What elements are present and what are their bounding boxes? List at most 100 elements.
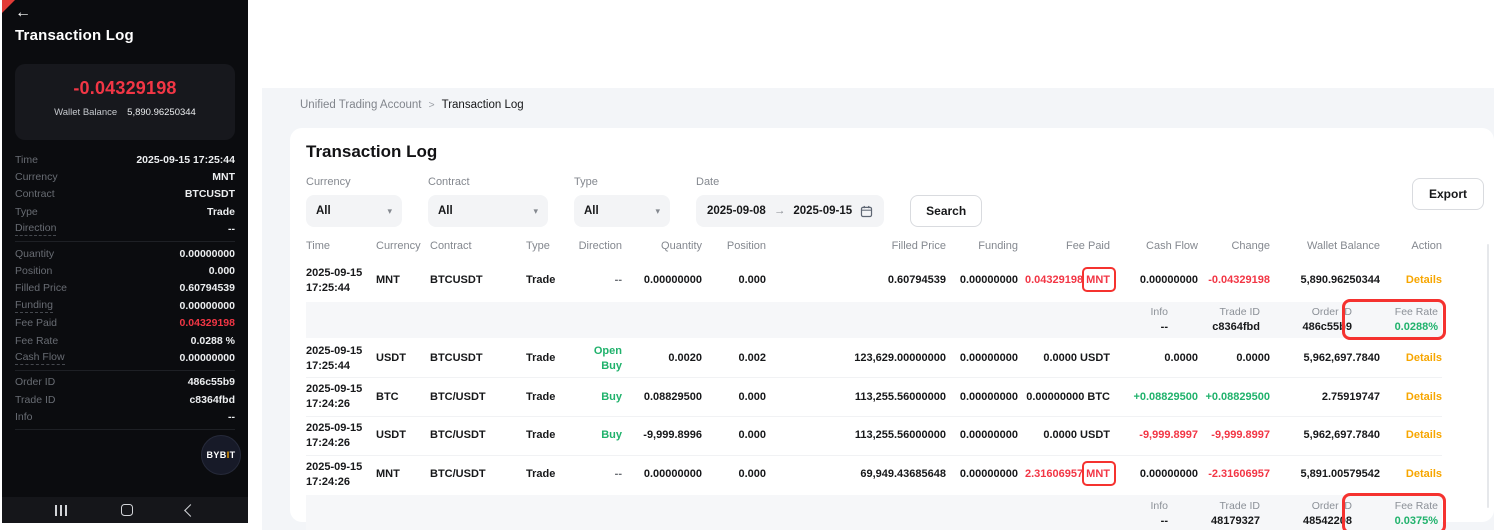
back-arrow-icon[interactable]: ← — [15, 5, 31, 21]
cell-time-clock: 17:25:44 — [306, 359, 376, 374]
cell-filled_price: 113,255.56000000 — [766, 378, 946, 417]
cell-time-clock: 17:24:26 — [306, 436, 376, 451]
cell-change: -9,999.8997 — [1198, 417, 1270, 456]
change-value: -9,999.8997 — [1211, 429, 1270, 441]
cell-contract: BTCUSDT — [430, 262, 526, 300]
cell-change: +0.08829500 — [1198, 378, 1270, 417]
date-range-arrow: → — [774, 205, 786, 217]
expanded-fee-rate: Fee Rate0.0288% — [1352, 306, 1438, 333]
bybit-logo-badge[interactable]: BYBIT — [201, 435, 241, 475]
column-header-action: Action — [1380, 240, 1442, 262]
calendar-icon — [860, 205, 873, 218]
expanded-trade-id: Trade ID48179327 — [1168, 500, 1260, 527]
detail-label-position: Position — [15, 265, 52, 277]
wallet-balance-value: 5,890.96250344 — [127, 107, 196, 118]
cell-direction: -- — [574, 262, 622, 300]
detail-row-info: Info-- — [15, 408, 235, 425]
cell-time: 2025-09-1517:24:26 — [306, 378, 376, 417]
breadcrumb-parent-link[interactable]: Unified Trading Account — [300, 99, 421, 111]
column-header-time: Time — [306, 240, 376, 262]
date-start: 2025-09-08 — [707, 205, 766, 217]
cell-action: Details — [1380, 340, 1442, 378]
cell-time-clock: 17:24:26 — [306, 397, 376, 412]
column-header-change: Change — [1198, 240, 1270, 262]
info-value: -- — [1106, 321, 1168, 333]
detail-row-order-id: Order ID486c55b9 — [15, 374, 235, 391]
cell-position: 0.000 — [702, 455, 766, 493]
column-header-filled_price: Filled Price — [766, 240, 946, 262]
detail-label-contract: Contract — [15, 188, 55, 200]
contract-filter-select[interactable]: All ▾ — [428, 195, 548, 227]
expanded-fee-rate: Fee Rate0.0375% — [1352, 500, 1438, 527]
currency-filter-group: Currency All ▾ — [306, 176, 402, 227]
info-value: -- — [1106, 515, 1168, 527]
cell-cash_flow: 0.00000000 — [1110, 262, 1198, 300]
table-header-row: TimeCurrencyContractTypeDirectionQuantit… — [306, 240, 1442, 262]
detail-value-fee-rate: 0.0288 % — [191, 335, 235, 347]
details-link[interactable]: Details — [1406, 468, 1442, 480]
breadcrumb-separator: > — [428, 99, 434, 111]
detail-row-fee-rate: Fee Rate0.0288 % — [15, 332, 235, 349]
details-link[interactable]: Details — [1406, 352, 1442, 364]
direction-value: Buy — [601, 429, 622, 441]
cell-cash_flow: -9,999.8997 — [1110, 417, 1198, 456]
cell-quantity: -9,999.8996 — [622, 417, 702, 456]
cell-contract: BTC/USDT — [430, 378, 526, 417]
cell-currency: USDT — [376, 340, 430, 378]
cell-wallet_balance: 5,962,697.7840 — [1270, 417, 1380, 456]
cell-wallet_balance: 5,890.96250344 — [1270, 262, 1380, 300]
expanded-info: Info-- — [1106, 500, 1168, 527]
cell-time: 2025-09-1517:24:26 — [306, 455, 376, 493]
cash-flow-value: +0.08829500 — [1133, 391, 1198, 403]
transaction-amount: -0.04329198 — [15, 78, 235, 99]
breadcrumb-current: Transaction Log — [442, 99, 524, 111]
cell-funding: 0.00000000 — [946, 262, 1018, 300]
type-filter-group: Type All ▾ — [574, 176, 670, 227]
transaction-table: TimeCurrencyContractTypeDirectionQuantit… — [306, 240, 1442, 530]
type-filter-select[interactable]: All ▾ — [574, 195, 670, 227]
column-header-currency: Currency — [376, 240, 430, 262]
cash-flow-value: 0.00000000 — [1140, 468, 1198, 480]
date-range-picker[interactable]: 2025-09-08 → 2025-09-15 — [696, 195, 884, 227]
detail-label-trade-id: Trade ID — [15, 394, 55, 406]
cell-time: 2025-09-1517:24:26 — [306, 417, 376, 456]
currency-filter-label: Currency — [306, 176, 402, 188]
currency-filter-select[interactable]: All ▾ — [306, 195, 402, 227]
detail-row-trade-id: Trade IDc8364fbd — [15, 391, 235, 408]
search-button[interactable]: Search — [910, 195, 982, 227]
home-icon[interactable] — [121, 504, 133, 516]
cell-action: Details — [1380, 417, 1442, 456]
detail-label-order-id: Order ID — [15, 376, 55, 388]
details-link[interactable]: Details — [1406, 391, 1442, 403]
expanded-info: Info-- — [1106, 306, 1168, 333]
details-link[interactable]: Details — [1406, 429, 1442, 441]
contract-filter-label: Contract — [428, 176, 548, 188]
cell-time: 2025-09-1517:25:44 — [306, 262, 376, 300]
export-button[interactable]: Export — [1412, 178, 1484, 210]
cell-filled_price: 123,629.00000000 — [766, 340, 946, 378]
cell-fee_paid: 0.00000000 BTC — [1018, 378, 1110, 417]
column-header-type: Type — [526, 240, 574, 262]
cell-direction: Buy — [574, 378, 622, 417]
back-nav-icon[interactable] — [184, 504, 197, 517]
fee-currency-annotated: MNT — [1086, 274, 1110, 286]
cell-time-date: 2025-09-15 — [306, 421, 376, 436]
wallet-balance-label: Wallet Balance — [54, 107, 117, 118]
detail-row-contract: ContractBTCUSDT — [15, 186, 235, 203]
chevron-down-icon: ▾ — [387, 206, 392, 217]
column-header-cash_flow: Cash Flow — [1110, 240, 1198, 262]
detail-value-time: 2025-09-15 17:25:44 — [136, 154, 235, 166]
cell-position: 0.002 — [702, 340, 766, 378]
cell-position: 0.000 — [702, 417, 766, 456]
details-link[interactable]: Details — [1406, 274, 1442, 286]
table-scrollbar[interactable] — [1487, 244, 1489, 508]
detail-label-quantity: Quantity — [15, 248, 54, 260]
recents-icon[interactable] — [55, 505, 67, 516]
cell-time-clock: 17:25:44 — [306, 281, 376, 296]
cell-time-date: 2025-09-15 — [306, 382, 376, 397]
mobile-app-panel: ← Transaction Log -0.04329198 Wallet Bal… — [2, 0, 248, 523]
column-header-wallet_balance: Wallet Balance — [1270, 240, 1380, 262]
cell-contract: BTC/USDT — [430, 417, 526, 456]
cell-time-date: 2025-09-15 — [306, 460, 376, 475]
column-header-quantity: Quantity — [622, 240, 702, 262]
